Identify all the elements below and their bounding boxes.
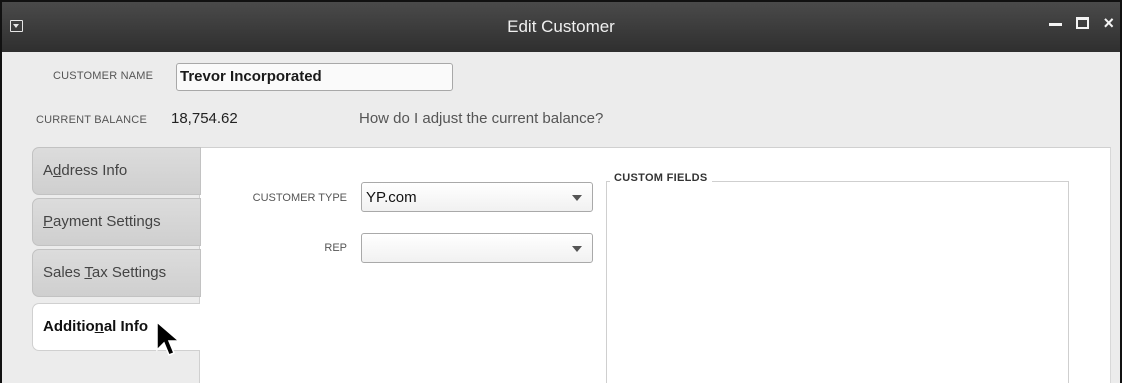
tab-label: A [43,162,54,179]
customer-type-value: YP.com [366,189,417,206]
tab-mnemonic: n [94,318,104,335]
custom-fields-box [606,181,1069,383]
current-balance-label: CURRENT BALANCE [36,114,147,126]
adjust-balance-link[interactable]: How do I adjust the current balance? [359,110,603,127]
close-button[interactable]: × [1103,14,1114,32]
tab-payment-settings[interactable]: Payment Settings [32,198,201,246]
chevron-down-icon [572,246,582,252]
rep-label: REP [324,242,347,254]
tab-label: Additio [43,318,95,335]
tab-label: dress Info [61,162,128,179]
customer-type-select[interactable]: YP.com [361,182,593,212]
custom-fields-title: CUSTOM FIELDS [610,172,712,184]
title-bar[interactable]: Edit Customer × [2,2,1120,52]
maximize-button[interactable] [1076,17,1090,29]
tab-sales-tax-settings[interactable]: Sales Tax Settings [32,249,201,297]
window-controls: × [1049,14,1114,32]
rep-select[interactable] [361,233,593,263]
tab-address-info[interactable]: Address Info [32,147,201,195]
edit-customer-window: Edit Customer × CUSTOMER NAME Trevor Inc… [0,0,1122,383]
minimize-button[interactable] [1049,22,1063,26]
customer-name-label: CUSTOMER NAME [53,70,154,82]
tab-label: ayment Settings [53,213,161,230]
mouse-pointer-icon [156,320,182,356]
tab-mnemonic: P [43,213,54,230]
tab-label: al Info [103,318,148,335]
current-balance-value: 18,754.62 [171,110,238,127]
chevron-down-icon [572,195,582,201]
tab-label: Sales [43,264,85,281]
tab-label: ax Settings [91,264,167,281]
customer-name-input[interactable]: Trevor Incorporated [176,63,453,91]
tab-mnemonic: T [84,264,92,281]
window-title: Edit Customer [507,17,615,36]
customer-type-label: CUSTOMER TYPE [252,192,347,204]
